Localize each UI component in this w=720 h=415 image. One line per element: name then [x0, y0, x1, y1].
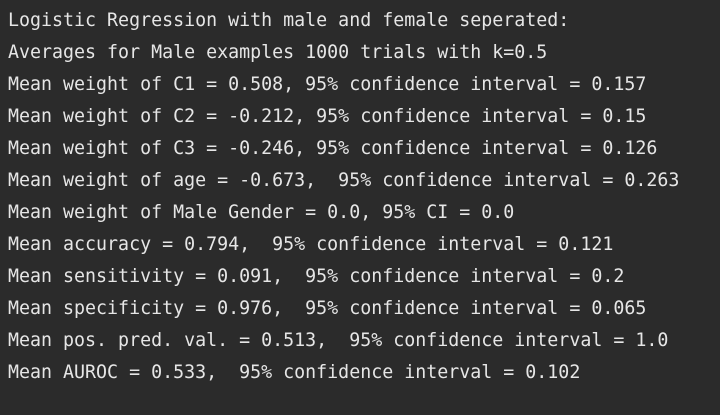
- console-line-header: Logistic Regression with male and female…: [8, 10, 570, 31]
- console-line-c1-weight: Mean weight of C1 = 0.508, 95% confidenc…: [8, 74, 647, 95]
- console-line-c3-weight: Mean weight of C3 = -0.246, 95% confiden…: [8, 138, 658, 159]
- console-output: Logistic Regression with male and female…: [0, 0, 720, 415]
- console-line-age-weight: Mean weight of age = -0.673, 95% confide…: [8, 170, 680, 191]
- console-line-gender-weight: Mean weight of Male Gender = 0.0, 95% CI…: [8, 202, 515, 223]
- console-line-specificity: Mean specificity = 0.976, 95% confidence…: [8, 298, 647, 319]
- console-line-accuracy: Mean accuracy = 0.794, 95% confidence in…: [8, 234, 614, 255]
- console-line-sensitivity: Mean sensitivity = 0.091, 95% confidence…: [8, 266, 625, 287]
- console-line-ppv: Mean pos. pred. val. = 0.513, 95% confid…: [8, 330, 669, 351]
- console-line-subheader: Averages for Male examples 1000 trials w…: [8, 42, 548, 63]
- console-line-c2-weight: Mean weight of C2 = -0.212, 95% confiden…: [8, 106, 647, 127]
- console-line-auroc: Mean AUROC = 0.533, 95% confidence inter…: [8, 362, 581, 383]
